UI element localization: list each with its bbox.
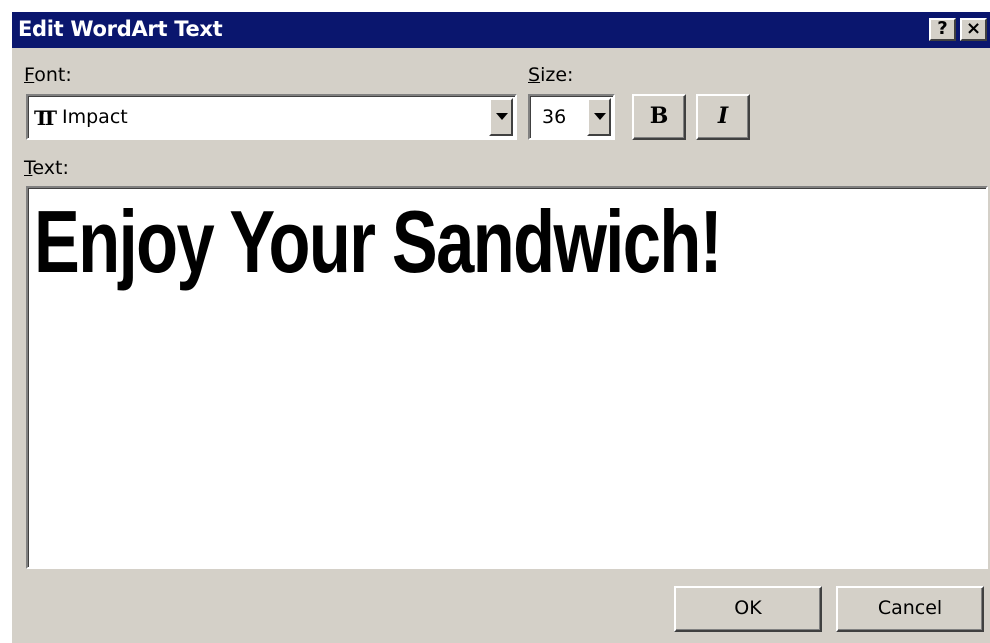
truetype-font-icon: TT: [34, 106, 57, 130]
text-label-rest: ext:: [32, 157, 69, 179]
help-button[interactable]: ?: [929, 18, 956, 41]
title-bar[interactable]: Edit WordArt Text ? ×: [12, 12, 990, 48]
text-label: Text:: [24, 157, 69, 179]
wordart-text-value: Enjoy Your Sandwich!: [34, 192, 723, 291]
ok-button[interactable]: OK: [674, 586, 822, 632]
close-button[interactable]: ×: [960, 18, 987, 41]
font-label-accel: F: [24, 64, 35, 86]
bold-button[interactable]: B: [632, 94, 686, 140]
size-dropdown-arrow-icon[interactable]: [587, 98, 611, 136]
text-area[interactable]: Enjoy Your Sandwich!: [26, 186, 988, 569]
size-combobox[interactable]: 36: [528, 94, 615, 140]
font-value: Impact: [62, 106, 128, 128]
font-combobox[interactable]: TT Impact: [26, 94, 517, 140]
size-label: Size:: [528, 64, 573, 86]
cancel-button[interactable]: Cancel: [836, 586, 984, 632]
font-label: Font:: [24, 64, 72, 86]
size-label-accel: S: [528, 64, 541, 86]
italic-button[interactable]: I: [696, 94, 750, 140]
size-value: 36: [542, 106, 567, 128]
font-dropdown-arrow-icon[interactable]: [489, 98, 513, 136]
window-title: Edit WordArt Text: [18, 17, 223, 41]
font-label-rest: ont:: [34, 64, 72, 86]
edit-wordart-dialog: Edit WordArt Text ? × Font: TT Impact Si…: [10, 10, 990, 643]
size-label-rest: ize:: [540, 64, 574, 86]
